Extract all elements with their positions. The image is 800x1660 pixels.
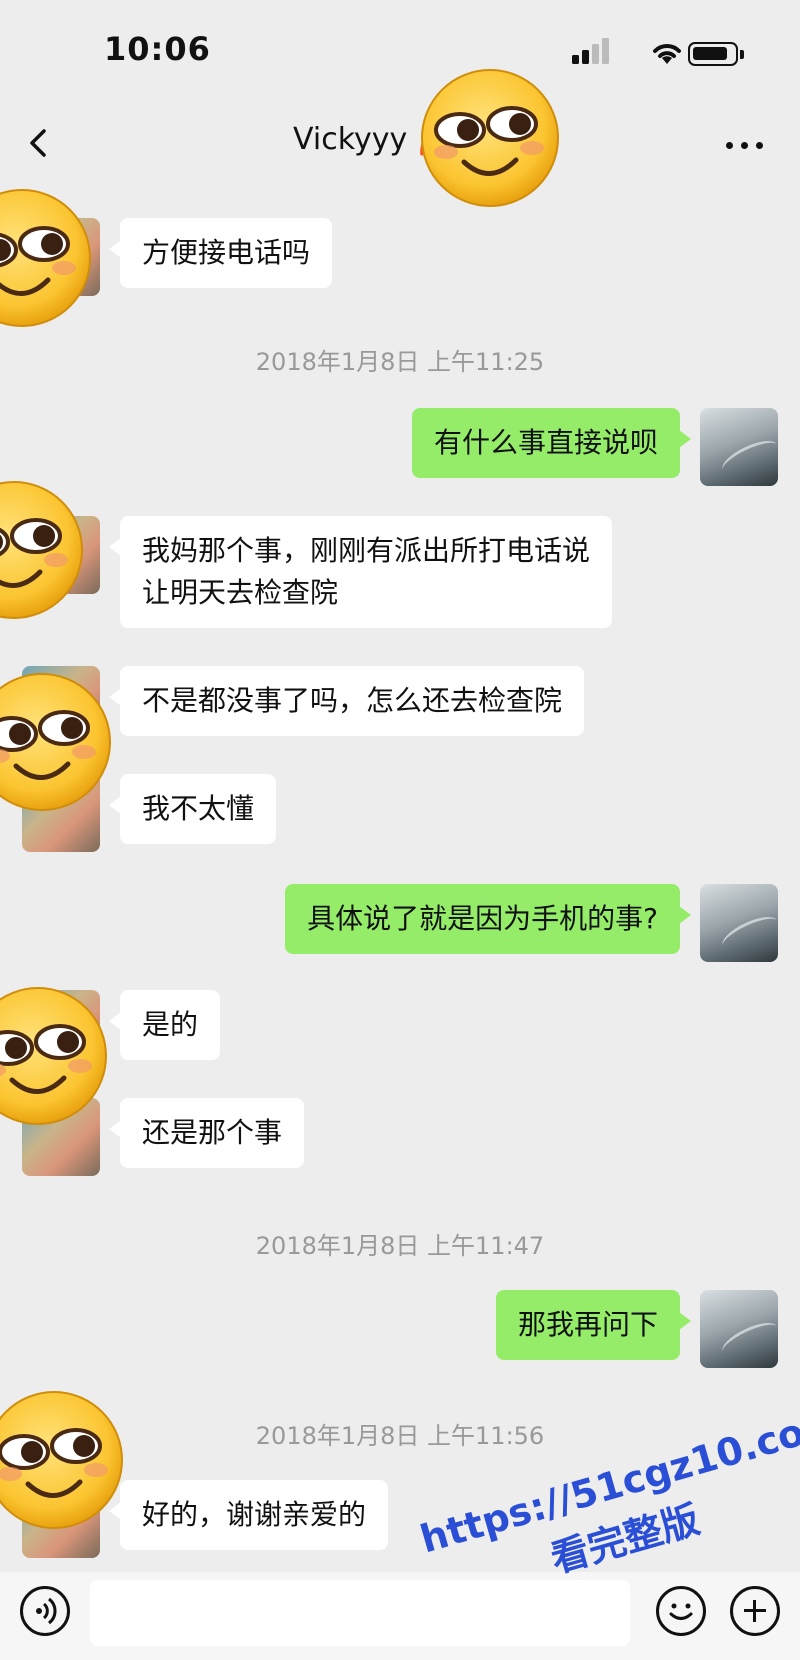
smiling-emoji-sticker xyxy=(0,988,106,1124)
smiling-emoji-sticker xyxy=(0,190,90,326)
smiling-emoji-sticker xyxy=(0,1392,122,1528)
input-bar xyxy=(0,1572,800,1660)
emoji-icon xyxy=(669,1603,693,1620)
voice-button[interactable] xyxy=(20,1586,70,1636)
smiling-emoji-sticker xyxy=(0,674,110,810)
plus-button[interactable] xyxy=(730,1586,780,1636)
voice-icon xyxy=(36,1597,57,1625)
emoji-stickers xyxy=(0,0,800,1660)
emoji-button[interactable] xyxy=(656,1586,706,1636)
smiling-emoji-sticker xyxy=(422,70,558,206)
smiling-emoji-sticker xyxy=(0,482,82,618)
